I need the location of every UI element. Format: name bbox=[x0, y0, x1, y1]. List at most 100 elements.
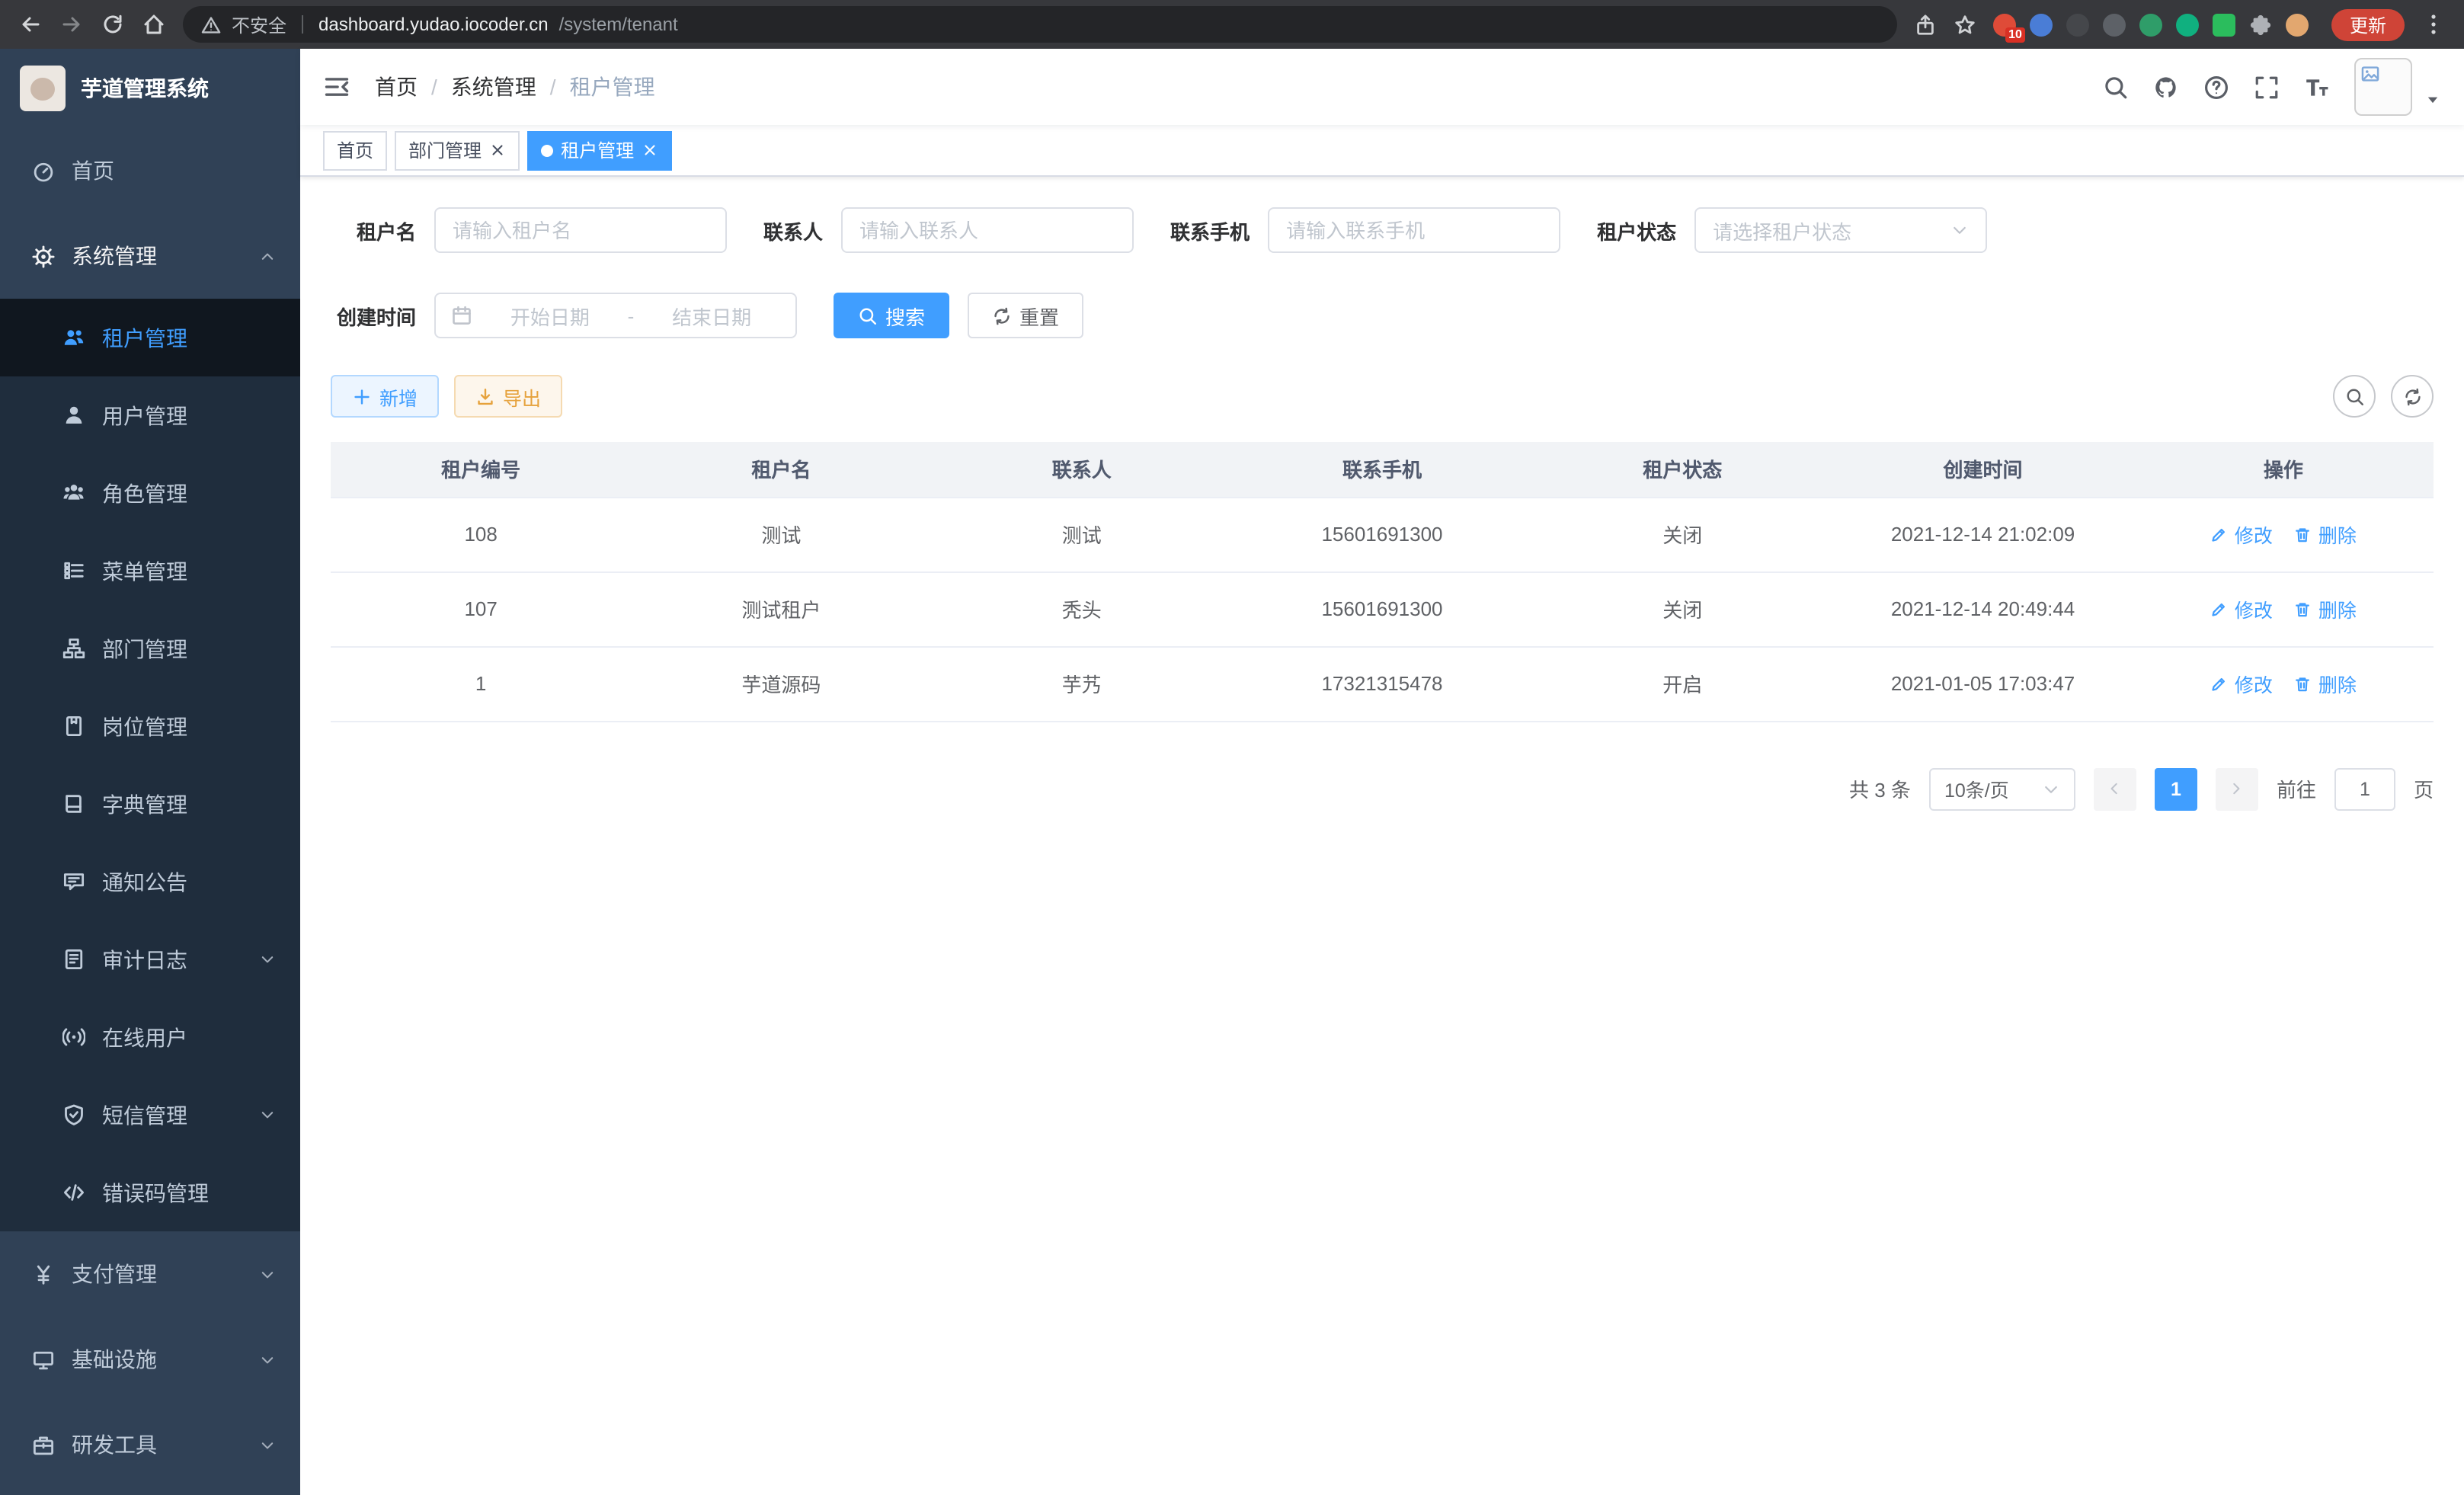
column-header: 租户编号 bbox=[331, 442, 631, 497]
edit-link[interactable]: 修改 bbox=[2210, 669, 2273, 698]
badge-icon bbox=[62, 715, 85, 738]
sidebar-item-online[interactable]: 在线用户 bbox=[0, 998, 300, 1076]
end-date-placeholder: 结束日期 bbox=[643, 301, 780, 330]
delete-link[interactable]: 删除 bbox=[2294, 669, 2357, 698]
sidebar-item-log[interactable]: 审计日志 bbox=[0, 920, 300, 998]
dict-icon bbox=[62, 792, 85, 815]
extension-gray[interactable] bbox=[2103, 13, 2126, 36]
sidebar-item-dict[interactable]: 字典管理 bbox=[0, 765, 300, 843]
export-button[interactable]: 导出 bbox=[454, 375, 562, 418]
goto-page-input[interactable] bbox=[2334, 767, 2395, 810]
security-warning-text: 不安全 bbox=[232, 11, 286, 37]
github-icon[interactable] bbox=[2153, 74, 2179, 100]
browser-back-icon[interactable] bbox=[18, 12, 43, 37]
extensions-puzzle[interactable] bbox=[2249, 13, 2272, 36]
refresh-icon bbox=[992, 306, 1012, 325]
contact-label: 联系人 bbox=[763, 216, 823, 245]
browser-home-icon[interactable] bbox=[142, 12, 166, 37]
sidebar-item-code[interactable]: 错误码管理 bbox=[0, 1154, 300, 1231]
delete-link[interactable]: 删除 bbox=[2294, 520, 2357, 549]
sidebar-item-roles[interactable]: 角色管理 bbox=[0, 454, 300, 532]
sidebar-item-infra[interactable]: 基础设施 bbox=[0, 1317, 300, 1402]
app-title: 芋道管理系统 bbox=[81, 73, 209, 104]
cell-id: 107 bbox=[331, 571, 631, 646]
cell-actions: 修改删除 bbox=[2133, 497, 2434, 571]
sidebar-item-tool[interactable]: 研发工具 bbox=[0, 1402, 300, 1487]
sidebar-item-label: 在线用户 bbox=[102, 1022, 276, 1052]
tag-item[interactable]: 部门管理 bbox=[395, 130, 520, 170]
sidebar-item-gear[interactable]: 系统管理 bbox=[0, 213, 300, 299]
extension-blue[interactable] bbox=[2030, 13, 2053, 36]
prev-page-button[interactable] bbox=[2094, 767, 2136, 810]
sidebar-item-user[interactable]: 用户管理 bbox=[0, 376, 300, 454]
breadcrumb-item[interactable]: 首页 bbox=[375, 72, 418, 102]
mobile-input[interactable] bbox=[1268, 207, 1560, 253]
page-1-button[interactable]: 1 bbox=[2155, 767, 2197, 810]
security-warning-icon[interactable] bbox=[201, 14, 221, 34]
share-icon[interactable] bbox=[1914, 13, 1937, 36]
search-button[interactable]: 搜索 bbox=[834, 293, 949, 338]
infra-icon bbox=[32, 1348, 55, 1371]
font-size-icon[interactable] bbox=[2304, 74, 2330, 100]
url-domain: dashboard.yudao.iocoder.cn bbox=[318, 14, 549, 35]
delete-link[interactable]: 删除 bbox=[2294, 594, 2357, 623]
extension-green-square[interactable] bbox=[2213, 13, 2235, 36]
chevron-down-icon bbox=[1950, 221, 1969, 239]
extension-red[interactable]: 10 bbox=[1993, 13, 2016, 36]
breadcrumb-item[interactable]: 系统管理 bbox=[451, 72, 536, 102]
tag-label: 租户管理 bbox=[561, 137, 634, 163]
navbar-actions bbox=[2103, 58, 2441, 116]
address-bar[interactable]: 不安全 dashboard.yudao.iocoder.cn/system/te… bbox=[183, 6, 1897, 43]
sidebar-item-message[interactable]: 通知公告 bbox=[0, 843, 300, 920]
menu-icon bbox=[62, 559, 85, 582]
sidebar-item-tenant[interactable]: 租户管理 bbox=[0, 299, 300, 376]
page-size-select[interactable]: 10条/页 bbox=[1929, 767, 2075, 810]
date-range-picker[interactable]: 开始日期 - 结束日期 bbox=[434, 293, 797, 338]
avatar[interactable] bbox=[2354, 58, 2412, 116]
browser-reload-icon[interactable] bbox=[101, 12, 125, 37]
sidebar-item-tree[interactable]: 部门管理 bbox=[0, 610, 300, 687]
filter-row-1: 租户名 联系人 联系手机 租户状态 请选择租户状态 bbox=[331, 207, 2434, 253]
sidebar-item-dashboard[interactable]: 首页 bbox=[0, 128, 300, 213]
browser-menu-icon[interactable] bbox=[2421, 12, 2446, 37]
refresh-table-button[interactable] bbox=[2391, 375, 2434, 418]
reset-button[interactable]: 重置 bbox=[968, 293, 1083, 338]
next-page-button[interactable] bbox=[2216, 767, 2258, 810]
cell-id: 1 bbox=[331, 646, 631, 721]
cell-actions: 修改删除 bbox=[2133, 646, 2434, 721]
profile-avatar[interactable] bbox=[2286, 13, 2309, 36]
breadcrumb-item: 租户管理 bbox=[570, 72, 655, 102]
header-search-icon[interactable] bbox=[2103, 74, 2129, 100]
sidebar-item-badge[interactable]: 岗位管理 bbox=[0, 687, 300, 765]
edit-link[interactable]: 修改 bbox=[2210, 520, 2273, 549]
sidebar-item-label: 审计日志 bbox=[102, 944, 242, 975]
tag-item[interactable]: 租户管理 bbox=[527, 130, 672, 170]
fullscreen-icon[interactable] bbox=[2254, 74, 2280, 100]
sidebar-item-sms[interactable]: 短信管理 bbox=[0, 1076, 300, 1154]
calendar-icon bbox=[451, 305, 472, 326]
chrome-update-button[interactable]: 更新 bbox=[2331, 8, 2405, 40]
tenant-name-input[interactable] bbox=[434, 207, 727, 253]
sidebar-item-label: 用户管理 bbox=[102, 400, 276, 431]
search-icon bbox=[858, 306, 878, 325]
contact-input[interactable] bbox=[841, 207, 1134, 253]
extension-teal-circle[interactable] bbox=[2176, 13, 2199, 36]
tag-item[interactable]: 首页 bbox=[323, 130, 387, 170]
cell-name: 测试租户 bbox=[631, 571, 931, 646]
browser-forward-icon[interactable] bbox=[59, 12, 84, 37]
sidebar-item-menu[interactable]: 菜单管理 bbox=[0, 532, 300, 610]
cell-contact: 测试 bbox=[932, 497, 1232, 571]
help-icon[interactable] bbox=[2203, 74, 2229, 100]
extension-green-circle[interactable] bbox=[2139, 13, 2162, 36]
sidebar-item-pay[interactable]: 支付管理 bbox=[0, 1231, 300, 1317]
browser-toolbar: 不安全 dashboard.yudao.iocoder.cn/system/te… bbox=[0, 0, 2464, 49]
bookmark-star-icon[interactable] bbox=[1954, 13, 1976, 36]
edit-link[interactable]: 修改 bbox=[2210, 594, 2273, 623]
extension-dark[interactable] bbox=[2066, 13, 2089, 36]
status-select[interactable]: 请选择租户状态 bbox=[1694, 207, 1987, 253]
add-button[interactable]: 新增 bbox=[331, 375, 439, 418]
avatar-caret-icon[interactable] bbox=[2424, 91, 2441, 107]
sidebar-toggle-icon[interactable] bbox=[323, 73, 350, 101]
toggle-search-button[interactable] bbox=[2333, 375, 2376, 418]
message-icon bbox=[62, 870, 85, 893]
